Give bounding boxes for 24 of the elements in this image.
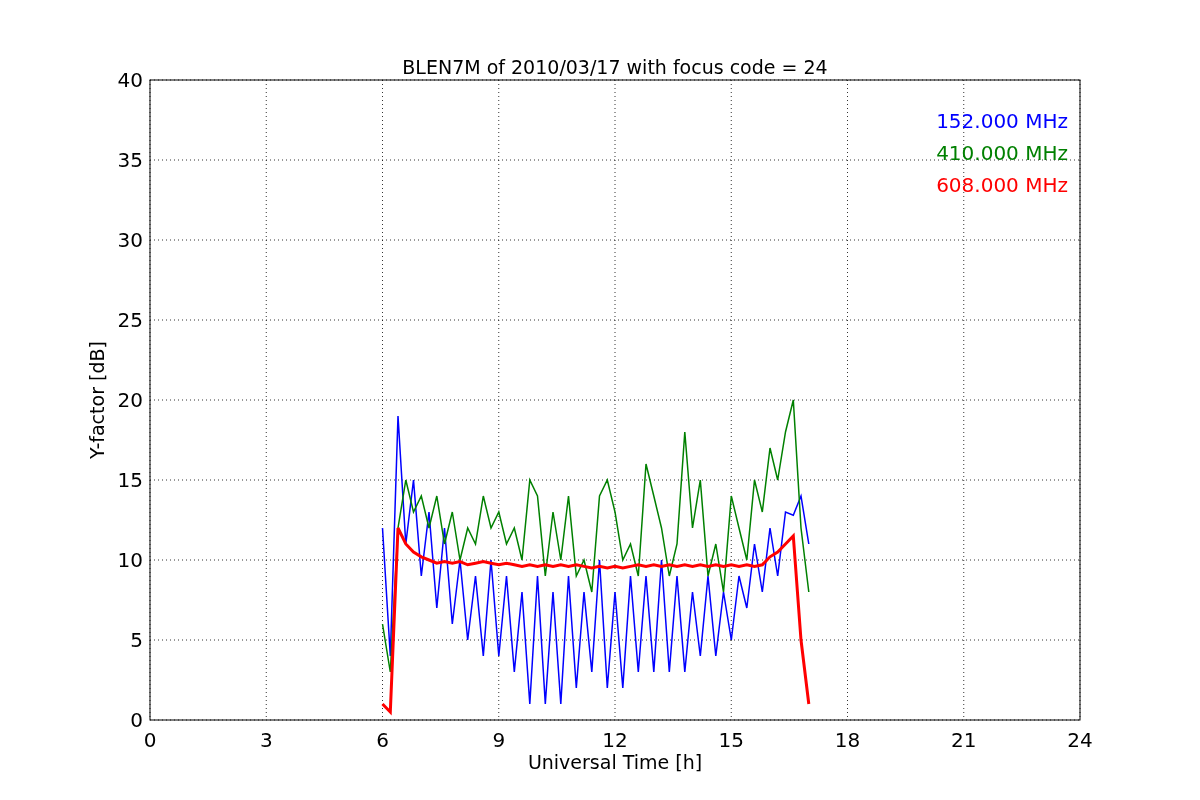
y-tick-label: 10 — [117, 548, 143, 572]
x-tick-label: 3 — [259, 728, 273, 752]
x-tick-label: 0 — [143, 728, 157, 752]
x-tick-label: 21 — [951, 728, 977, 752]
y-axis-label: Y-factor [dB] — [86, 341, 108, 459]
chart-title: BLEN7M of 2010/03/17 with focus code = 24 — [402, 56, 828, 78]
legend-label: 608.000 MHz — [936, 173, 1068, 197]
x-tick-label: 24 — [1067, 728, 1093, 752]
y-tick-label: 5 — [130, 628, 143, 652]
legend-label: 410.000 MHz — [936, 141, 1068, 165]
y-tick-label: 35 — [117, 148, 143, 172]
x-tick-label: 6 — [376, 728, 389, 752]
y-tick-label: 0 — [130, 708, 143, 732]
y-tick-label: 15 — [117, 468, 143, 492]
x-tick-label: 18 — [834, 728, 861, 752]
legend-label: 152.000 MHz — [936, 109, 1068, 133]
y-tick-label: 30 — [117, 228, 143, 252]
y-tick-label: 40 — [117, 68, 143, 92]
x-tick-label: 9 — [492, 728, 506, 752]
y-tick-label: 25 — [117, 308, 143, 332]
x-axis-label: Universal Time [h] — [527, 751, 703, 773]
x-tick-label: 12 — [602, 728, 628, 752]
y-tick-label: 20 — [117, 388, 143, 412]
x-tick-label: 15 — [718, 728, 744, 752]
